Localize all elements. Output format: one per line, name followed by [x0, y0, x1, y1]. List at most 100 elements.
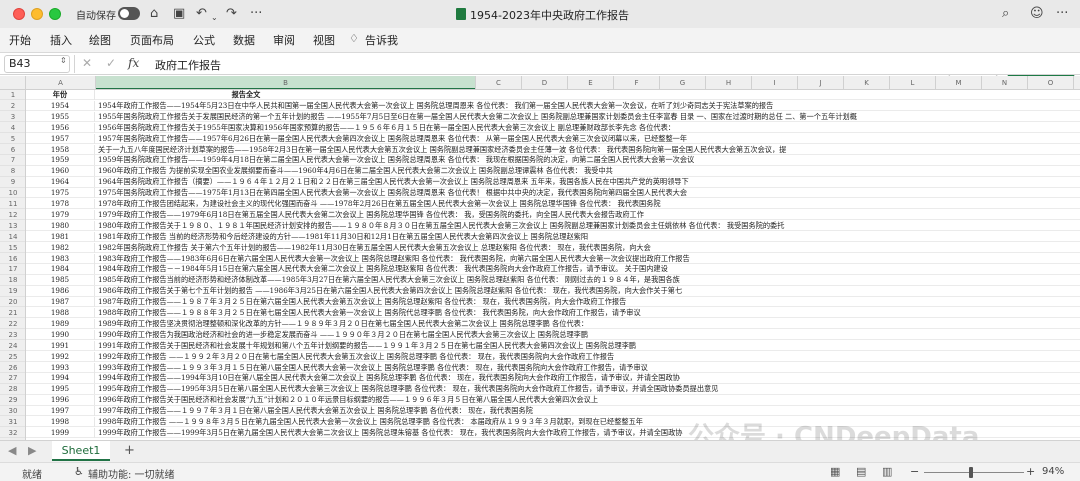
normal-view-icon[interactable]: ▦ [830, 465, 840, 478]
row-header[interactable]: 3 [0, 112, 25, 123]
undo-icon[interactable]: ↶ [196, 6, 207, 22]
cell-year[interactable]: 1957 [26, 133, 95, 144]
cell-year[interactable]: 1956 [26, 122, 95, 133]
next-sheet-icon[interactable]: ▶ [28, 444, 36, 457]
row-header[interactable]: 31 [0, 417, 25, 428]
search-icon[interactable]: ⌕ [1002, 6, 1009, 22]
home-icon[interactable]: ⌂ [150, 6, 158, 22]
cell-report-text[interactable]: 1987年政府工作报告——１９８７年３月２５日在第六届全国人民代表大会第五次会议… [96, 297, 1080, 307]
row-header[interactable]: 7 [0, 155, 25, 166]
cell-year[interactable]: 1996 [26, 395, 95, 406]
select-all-corner[interactable] [0, 76, 26, 90]
column-header-b[interactable]: B [96, 76, 476, 89]
row-header[interactable]: 23 [0, 330, 25, 341]
row-header[interactable]: 16 [0, 254, 25, 264]
cell-year[interactable]: 1983 [26, 253, 95, 264]
column-header-g[interactable]: G [660, 76, 706, 89]
enter-icon[interactable]: ✓ [106, 56, 116, 70]
undo-dropdown-icon[interactable]: ⌄ [211, 10, 218, 26]
cell-report-text[interactable]: 1979年政府工作报告——1979年6月18日在第五届全国人民代表大会第二次会议… [96, 210, 1080, 220]
cell-year[interactable]: 1954 [26, 100, 95, 111]
cell-year[interactable]: 1958 [26, 144, 95, 155]
column-header-f[interactable]: F [614, 76, 660, 89]
cell-report-text[interactable]: 1992年政府工作报告 ——１９９２年３月２０日在第七届全国人民代表大会第五次会… [96, 352, 1080, 362]
cell-year[interactable]: 1995 [26, 384, 95, 395]
accessibility-status[interactable]: 辅助功能: 一切就绪 [88, 466, 175, 481]
cell-report-text[interactable]: 1985年政府工作报告当前的经济形势和经济体制改革——1985年3月27日在第六… [96, 275, 1080, 285]
column-header-m[interactable]: M [936, 76, 982, 89]
cell-year[interactable]: 1959 [26, 155, 95, 166]
row-header[interactable]: 18 [0, 275, 25, 286]
cell-year[interactable]: 1998 [26, 417, 95, 427]
column-header-i[interactable]: I [752, 76, 798, 89]
cell-year[interactable]: 1997 [26, 406, 95, 417]
cell-year[interactable]: 1988 [26, 308, 95, 318]
cell-report-text[interactable]: 1956年国务院政府工作报告关于1955年国家决算和1956年国家预算的报告——… [96, 123, 1080, 133]
row-header[interactable]: 28 [0, 384, 25, 395]
tab-data[interactable]: 数据 [233, 32, 255, 48]
cell-report-text[interactable]: 1980年政府工作报告关于１９８０、１９８１年国民经济计划安排的报告——１９８０… [96, 221, 1080, 231]
row-header[interactable]: 2 [0, 101, 25, 112]
zoom-out-button[interactable]: − [910, 465, 919, 478]
cell-report-text[interactable]: 1964年国务院政府工作报告（摘要）——１９６４年１２月２１日和２２日在第三届全… [96, 177, 1080, 187]
cell-report-text[interactable]: 1997年政府工作报告——１９９７年３月１日在第八届全国人民代表大会第五次会议上… [96, 406, 1080, 416]
formula-input[interactable]: 政府工作报告 [155, 57, 221, 73]
row-header[interactable]: 4 [0, 123, 25, 134]
cell-year[interactable]: 1993 [26, 362, 95, 373]
row-header[interactable]: 22 [0, 319, 25, 330]
row-header[interactable]: 17 [0, 264, 25, 275]
cell-year[interactable]: 1979 [26, 209, 95, 220]
cell-year[interactable]: 1985 [26, 275, 95, 286]
cell-report-text[interactable]: 1983年政府工作报告——1983年6月6日在第六届全国人民代表大会第一次会议上… [96, 254, 1080, 264]
column-header-c[interactable]: C [476, 76, 522, 89]
cell-report-text[interactable]: 1984年政府工作报告－－1984年5月15日在第六届全国人民代表大会第二次会议… [96, 264, 1080, 274]
cell-area[interactable]: 年份 报告全文 1954 1954年政府工作报告——1954年5月23日在中华人民共和… [26, 90, 1080, 440]
cell-report-text[interactable]: 1975年国务院政府工作报告——1975年1月13日在第四届全国人民代表大会第一… [96, 188, 1080, 198]
row-header[interactable]: 11 [0, 199, 25, 210]
page-layout-view-icon[interactable]: ▤ [856, 465, 866, 478]
tab-review[interactable]: 审阅 [273, 32, 295, 48]
row-header[interactable]: 5 [0, 134, 25, 144]
row-header[interactable]: 19 [0, 286, 25, 297]
cell-report-text[interactable]: 1991年政府工作报告关于国民经济和社会发展十年规划和第八个五年计划纲要的报告—… [96, 341, 1080, 351]
save-icon[interactable]: ▣ [173, 6, 185, 22]
redo-icon[interactable]: ↷ [226, 6, 237, 22]
row-header[interactable]: 9 [0, 177, 25, 188]
cell-year[interactable]: 1982 [26, 242, 95, 253]
cell-report-text[interactable]: 1959年国务院政府工作报告——1959年4月18日在第二届全国人民代表大会第一… [96, 155, 1080, 165]
column-header-j[interactable]: J [798, 76, 844, 89]
autosave-toggle[interactable] [118, 7, 140, 20]
row-header[interactable]: 6 [0, 145, 25, 155]
cell-year[interactable]: 1964 [26, 177, 95, 188]
tab-home[interactable]: 开始 [9, 32, 31, 48]
row-header[interactable]: 10 [0, 188, 25, 199]
cell-report-text[interactable]: 1996年政府工作报告关于国民经济和社会发展“九五”计划和２０１０年远景目标纲要… [96, 395, 1080, 405]
cell-year[interactable]: 1994 [26, 373, 95, 384]
name-box-dropdown-icon[interactable]: ⇕ [60, 56, 67, 65]
row-header[interactable]: 25 [0, 352, 25, 362]
page-break-view-icon[interactable]: ▥ [882, 465, 892, 478]
row-header[interactable]: 8 [0, 166, 25, 177]
tab-insert[interactable]: 插入 [50, 32, 72, 48]
column-header-o[interactable]: O [1028, 76, 1074, 89]
cell-year[interactable]: 1955 [26, 111, 95, 122]
cell-report-text[interactable]: 关于一九五八年度国民经济计划草案的报告——1958年2月3日在第一届全国人民代表… [96, 145, 1080, 155]
row-header[interactable]: 32 [0, 428, 25, 439]
cell-year[interactable]: 1960 [26, 166, 95, 177]
cell-report-text[interactable]: 1957年国务院政府工作报告——1957年6月26日在第一届全国人民代表大会第四… [96, 134, 1080, 144]
more-icon[interactable]: ··· [250, 6, 262, 22]
zoom-slider-thumb[interactable] [969, 467, 973, 478]
sheet-tab-sheet1[interactable]: Sheet1 [52, 441, 110, 461]
cell-year[interactable]: 1991 [26, 340, 95, 351]
prev-sheet-icon[interactable]: ◀ [8, 444, 16, 457]
row-header[interactable]: 13 [0, 221, 25, 232]
column-header-p[interactable]: P [1074, 76, 1080, 89]
row-header[interactable]: 30 [0, 406, 25, 417]
cell-year[interactable]: 1981 [26, 231, 95, 242]
column-header-e[interactable]: E [568, 76, 614, 89]
column-header-n[interactable]: N [982, 76, 1028, 89]
maximize-window-button[interactable] [49, 8, 61, 20]
row-header[interactable]: 24 [0, 341, 25, 352]
tab-tell-me[interactable]: 告诉我 [365, 32, 398, 48]
cell-report-text[interactable]: 1994年政府工作报告——1994年3月10日在第八届全国人民代表大会第二次会议… [96, 373, 1080, 383]
